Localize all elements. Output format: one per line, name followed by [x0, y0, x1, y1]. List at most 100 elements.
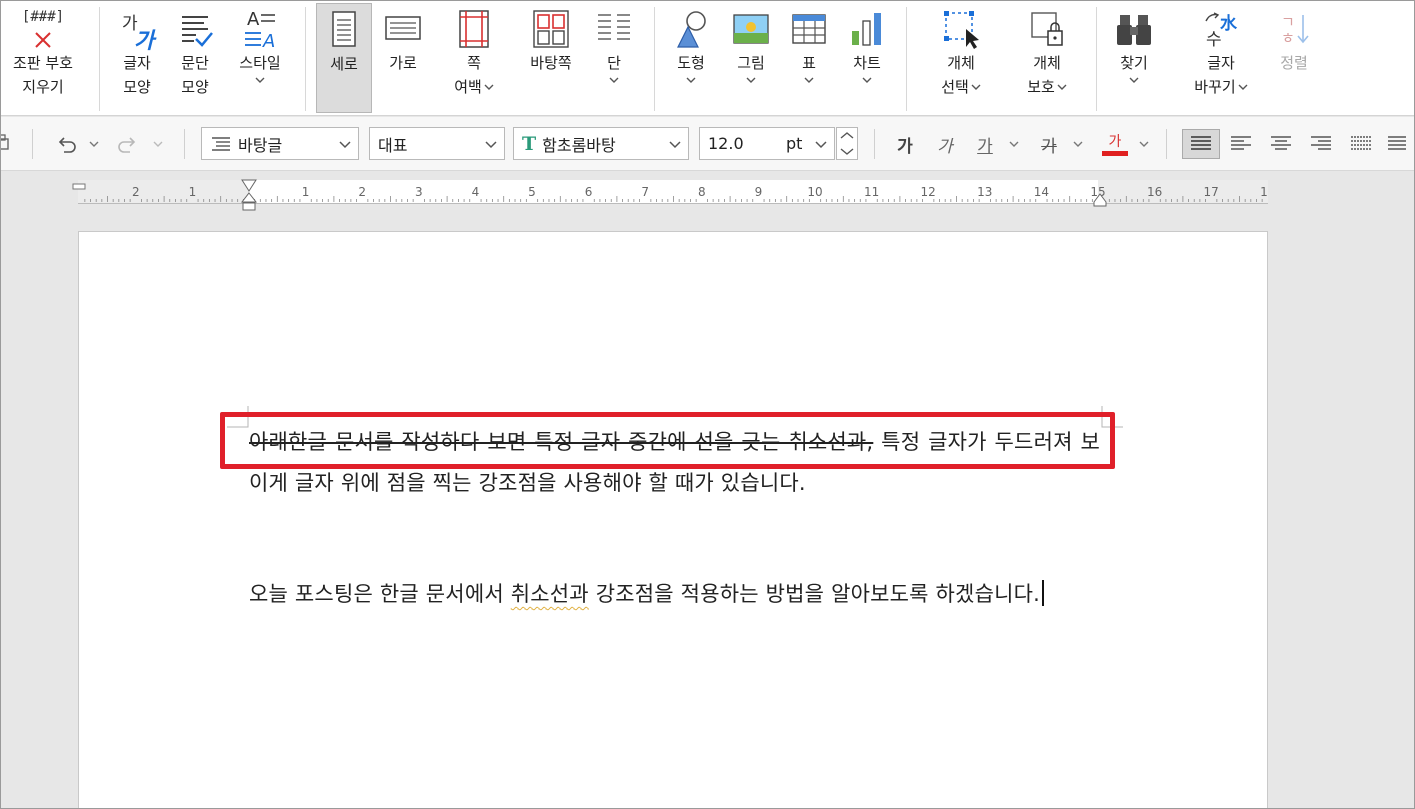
strikethrough-button[interactable]: 가 — [1034, 129, 1064, 159]
font-size-value: 12.0 — [708, 134, 744, 153]
master-page-label: 바탕쪽 — [530, 54, 572, 72]
style-select[interactable]: 바탕글 — [201, 127, 359, 160]
style-select-value: 바탕글 — [238, 135, 283, 155]
ruler-tick-label: 2 — [358, 185, 366, 199]
clear-markup-button[interactable]: [###] 조판 부호 지우기 — [2, 3, 84, 113]
strikethrough-chevron-down-icon[interactable] — [1068, 129, 1088, 159]
font-color-button[interactable]: 가 — [1098, 129, 1132, 159]
paragraph-2[interactable]: 오늘 포스팅은 한글 문서에서 취소선과 강조점을 적용하는 방법을 알아보도록… — [249, 574, 1100, 615]
chevron-down-icon — [862, 75, 872, 85]
style-list-icon — [212, 136, 230, 151]
char-shape-icon: 가 가 — [122, 14, 155, 54]
chevron-down-icon[interactable] — [814, 136, 828, 150]
split-align-button[interactable] — [1384, 129, 1414, 159]
chart-label: 차트 — [853, 54, 881, 72]
replace-char-label-2: 바꾸기 — [1194, 78, 1236, 96]
landscape-label: 가로 — [389, 54, 417, 72]
justify-align-button[interactable] — [1182, 129, 1220, 159]
shapes-button[interactable]: 도형 — [668, 3, 714, 113]
align-distribute-icon — [1351, 136, 1371, 150]
select-object-icon — [940, 7, 982, 51]
chevron-down-icon — [686, 75, 696, 85]
ruler-tick-label: 10 — [807, 185, 822, 199]
ribbon-separator — [654, 7, 655, 111]
document-page[interactable]: 아래한글 문서를 작성하다 보면 특정 글자 중간에 선을 긋는 취소선과, 특… — [78, 231, 1268, 809]
ruler-tick-label: 2 — [132, 185, 140, 199]
format-toolbar: 바탕글 대표 T 함초롬바탕 12.0 pt 가 가 가 가 가 — [0, 117, 1415, 171]
portrait-button[interactable]: 세로 — [316, 3, 372, 113]
columns-button[interactable]: 단 — [592, 3, 636, 113]
bold-button[interactable]: 가 — [890, 129, 920, 159]
chart-button[interactable]: 차트 — [844, 3, 890, 113]
font-color-label: 가 — [1108, 133, 1122, 150]
replace-char-button[interactable]: 水 수 글자 바꾸기 — [1184, 3, 1258, 113]
toolbar-separator — [1166, 129, 1167, 159]
portrait-page-icon — [323, 8, 365, 52]
protect-object-button[interactable]: 개체 보호 — [1014, 3, 1080, 113]
ruler-tick-label: 1 — [302, 185, 310, 199]
binoculars-icon — [1113, 7, 1155, 51]
distribute-align-button[interactable] — [1344, 129, 1378, 159]
page-margin-button[interactable]: 쪽 여백 — [440, 3, 508, 113]
char-shape-button[interactable]: 가 가 글자 모양 — [112, 3, 162, 113]
find-button[interactable]: 찾기 — [1110, 3, 1158, 113]
ruler-tick-label: 18 — [1260, 185, 1268, 199]
stepper-arrows-icon — [836, 127, 858, 160]
font-select[interactable]: T 함초롬바탕 — [513, 127, 689, 160]
text-cursor — [1042, 580, 1045, 606]
find-label: 찾기 — [1120, 54, 1148, 72]
align-justify-icon — [1191, 136, 1211, 150]
select-object-label-1: 개체 — [947, 54, 975, 72]
ruler-tick-label: 16 — [1147, 185, 1162, 199]
chevron-down-icon — [338, 136, 352, 150]
table-label: 표 — [802, 54, 816, 72]
left-margin-marker[interactable] — [72, 176, 86, 190]
redo-icon[interactable] — [114, 129, 142, 159]
ruler-tick-label: 5 — [528, 185, 536, 199]
undo-icon[interactable] — [52, 129, 80, 159]
protect-object-label-2: 보호 — [1027, 78, 1055, 96]
right-indent-marker[interactable] — [1092, 192, 1108, 208]
table-icon — [788, 7, 830, 51]
paragraph-2-text-end: 강조점을 적용하는 방법을 알아보도록 하겠습니다. — [588, 582, 1041, 606]
para-shape-label-2: 모양 — [181, 78, 209, 96]
font-color-chevron-down-icon[interactable] — [1134, 129, 1154, 159]
para-shape-label-1: 문단 — [181, 54, 209, 72]
ruler-tick-label: 6 — [585, 185, 593, 199]
style-icon: A A — [245, 9, 276, 51]
page-margin-label-1: 쪽 — [467, 54, 481, 72]
language-select[interactable]: 대표 — [369, 127, 505, 160]
spellcheck-underlined-word: 취소선과 — [510, 582, 589, 606]
landscape-button[interactable]: 가로 — [376, 3, 430, 113]
italic-button[interactable]: 가 — [930, 129, 960, 159]
chevron-down-icon — [971, 82, 981, 92]
indent-marker[interactable] — [240, 178, 258, 212]
undo-dropdown-chevron-down-icon[interactable] — [86, 129, 102, 159]
ruler-tick-label: 17 — [1204, 185, 1219, 199]
red-highlight-box — [220, 412, 1115, 469]
left-align-button[interactable] — [1224, 129, 1258, 159]
lock-icon — [1026, 7, 1068, 51]
style-button[interactable]: A A 스타일 — [230, 3, 290, 113]
right-align-button[interactable] — [1304, 129, 1338, 159]
underline-button[interactable]: 가 — [970, 129, 1000, 159]
font-size-stepper[interactable] — [836, 127, 858, 160]
center-align-button[interactable] — [1264, 129, 1298, 159]
font-size-input[interactable]: 12.0 pt — [699, 127, 835, 160]
clear-markup-label-2: 지우기 — [22, 78, 64, 96]
ruler-tick-label: 12 — [921, 185, 936, 199]
sort-button[interactable]: ㄱ ㅎ 정렬 — [1270, 3, 1318, 113]
columns-icon — [593, 7, 635, 51]
print-icon[interactable] — [0, 129, 14, 159]
para-shape-button[interactable]: 문단 모양 — [170, 3, 220, 113]
select-object-button[interactable]: 개체 선택 — [928, 3, 994, 113]
picture-button[interactable]: 그림 — [728, 3, 774, 113]
master-page-button[interactable]: 바탕쪽 — [520, 3, 582, 113]
columns-label: 단 — [607, 54, 621, 72]
paragraph-2-text-start: 오늘 포스팅은 한글 문서에서 — [249, 582, 511, 606]
table-button[interactable]: 표 — [786, 3, 832, 113]
para-shape-icon — [174, 7, 216, 51]
underline-chevron-down-icon[interactable] — [1004, 129, 1024, 159]
ruler-tick-label: 3 — [415, 185, 423, 199]
redo-dropdown-chevron-down-icon[interactable] — [150, 129, 166, 159]
